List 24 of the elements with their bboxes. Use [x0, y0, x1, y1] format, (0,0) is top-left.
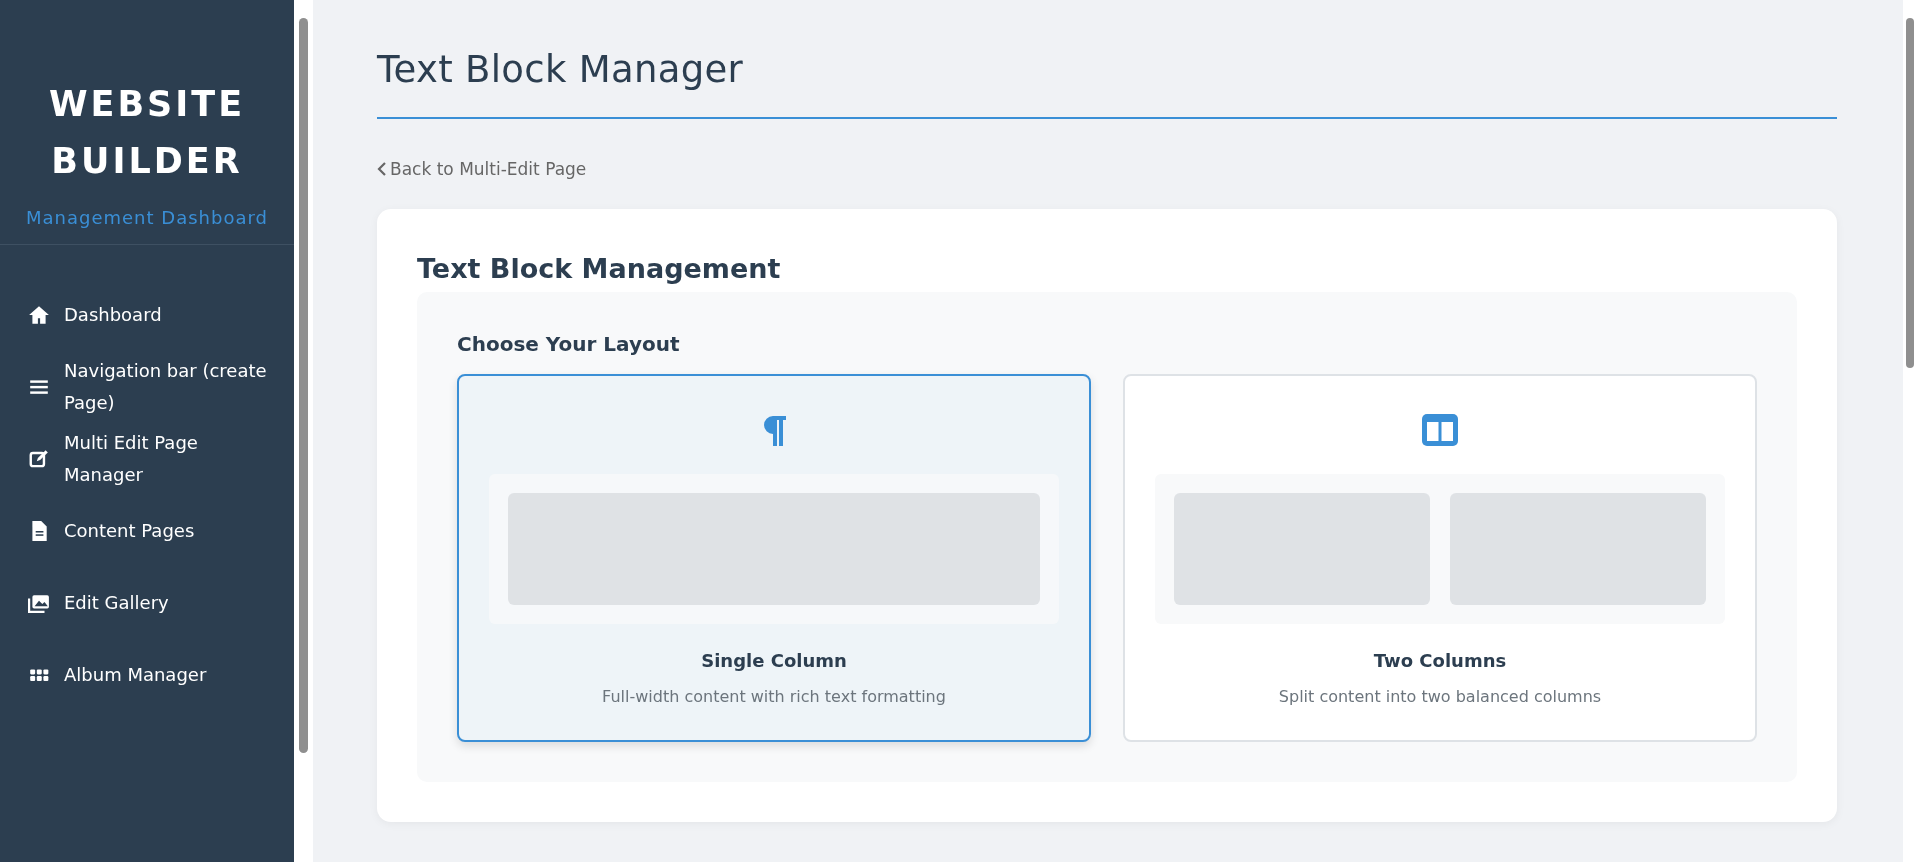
scrollbar[interactable]	[294, 0, 313, 862]
layout-description: Full-width content with rich text formatting	[602, 687, 946, 706]
sidebar-item[interactable]: Navigation bar (create Page)	[0, 351, 294, 423]
section-title: Choose Your Layout	[457, 332, 681, 356]
sidebar-item[interactable]: Content Pages	[0, 495, 294, 567]
layout-option[interactable]: Two Columns Split content into two balanced columns	[1123, 374, 1757, 742]
sidebar-item[interactable]: Dashboard	[0, 279, 294, 351]
home-icon	[28, 304, 50, 326]
edit-icon	[28, 448, 50, 470]
app-title: WEBSITE BUILDER	[47, 83, 247, 183]
layout-title: Single Column	[701, 650, 847, 671]
sidebar-item[interactable]: Edit Gallery	[0, 567, 294, 639]
images-icon	[28, 592, 50, 614]
back-link[interactable]: Back to Multi-Edit Page	[377, 159, 587, 179]
scrollbar[interactable]	[1903, 0, 1917, 862]
chevron-left-icon	[377, 161, 387, 177]
page-title: Text Block Manager	[377, 48, 1837, 119]
app-subtitle: Management Dashboard	[25, 206, 269, 230]
sidebar-item[interactable]: Multi Edit Page Manager	[0, 423, 294, 495]
layout-description: Split content into two balanced columns	[1278, 687, 1602, 706]
layout-option[interactable]: Single Column Full-width content with rich text formatting	[457, 374, 1091, 742]
layout-title: Two Columns	[1373, 650, 1507, 671]
sidebar-item[interactable]: Album Manager	[0, 639, 294, 711]
card-heading: Text Block Management	[417, 253, 782, 284]
